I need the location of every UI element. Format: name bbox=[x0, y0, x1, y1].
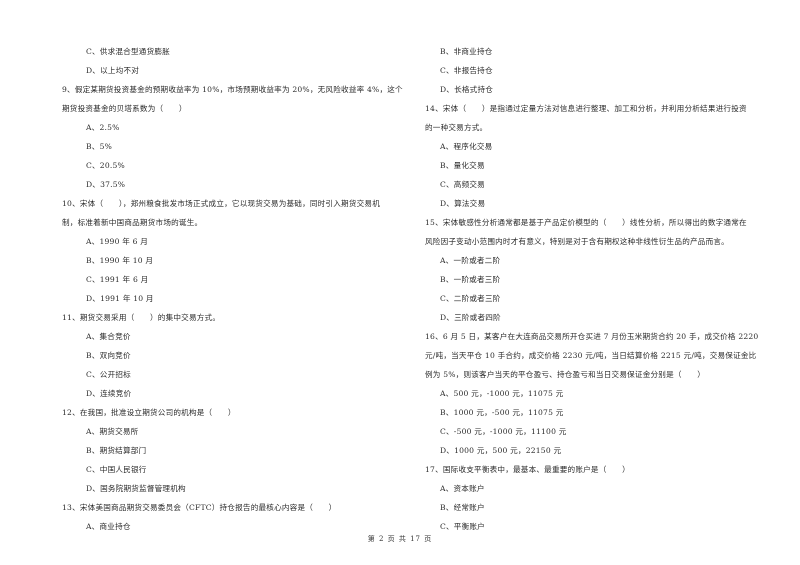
question-text: 15、宋体敏感性分析通常都是基于产品定价模型的（ ）线性分析，所以得出的数字通常… bbox=[425, 218, 747, 227]
answer-option: D、国务院期货监督管理机构 bbox=[86, 484, 186, 493]
answer-option: C、二阶或者三阶 bbox=[440, 294, 501, 303]
question-text: 13、宋体美国商品期货交易委员会（CFTC）持仓报告的最核心内容是（ ） bbox=[62, 503, 337, 512]
answer-option: A、程序化交易 bbox=[440, 142, 493, 151]
answer-option: B、1000 元，-500 元，11075 元 bbox=[440, 408, 564, 417]
page-footer: 第 2 页 共 17 页 bbox=[367, 535, 433, 543]
question-text: 14、宋体（ ）是指通过定量方法对信息进行整理、加工和分析，并利用分析结果进行投… bbox=[425, 104, 747, 113]
answer-option: B、5% bbox=[86, 142, 113, 151]
answer-option: D、1000 元，500 元，22150 元 bbox=[440, 446, 562, 455]
answer-option: B、非商业持仓 bbox=[440, 47, 493, 56]
right-column: B、非商业持仓 C、非报告持仓 D、长格式持仓 14、宋体（ ）是指通过定量方法对信息… bbox=[425, 42, 777, 536]
answer-option: C、中国人民银行 bbox=[86, 465, 147, 474]
answer-option: C、高频交易 bbox=[440, 180, 485, 189]
answer-option: D、算法交易 bbox=[440, 199, 486, 208]
question-text: 的一种交易方式。 bbox=[425, 123, 488, 132]
question-text: 10、宋体（ ），郑州粮食批发市场正式成立，它以现货交易为基础，同时引入期货交易… bbox=[62, 199, 381, 208]
answer-option: C、供求混合型通货膨胀 bbox=[86, 47, 170, 56]
question-text: 期货投资基金的贝塔系数为（ ） bbox=[62, 104, 187, 113]
question-text: 17、国际收支平衡表中，最基本、最重要的账户是（ ） bbox=[425, 465, 630, 474]
question-text: 元/吨，当天平仓 10 手合约，成交价格 2230 元/吨，当日结算价格 221… bbox=[425, 351, 757, 360]
answer-option: A、500 元，-1000 元，11075 元 bbox=[440, 389, 564, 398]
answer-option: C、1991 年 6 月 bbox=[86, 275, 149, 284]
question-text: 例为 5%，则该客户当天的平仓盈亏、持仓盈亏和当日交易保证金分别是（ ） bbox=[425, 370, 706, 379]
answer-option: A、2.5% bbox=[86, 123, 120, 132]
answer-option: D、三阶或者四阶 bbox=[440, 313, 501, 322]
answer-option: D、连续竞价 bbox=[86, 389, 132, 398]
answer-option: A、期货交易所 bbox=[86, 427, 139, 436]
answer-option: A、集合竞价 bbox=[86, 332, 131, 341]
left-column: C、供求混合型通货膨胀 D、以上均不对 9、假定某期货投资基金的预期收益率为 10%… bbox=[62, 42, 410, 536]
answer-option: D、1991 年 10 月 bbox=[86, 294, 154, 303]
answer-option: D、以上均不对 bbox=[86, 66, 140, 75]
question-text: 制，标准着新中国商品期货市场的诞生。 bbox=[62, 218, 203, 227]
answer-option: D、长格式持仓 bbox=[440, 85, 494, 94]
question-text: 9、假定某期货投资基金的预期收益率为 10%，市场预期收益率为 20%，无风险收… bbox=[62, 85, 403, 94]
answer-option: B、量化交易 bbox=[440, 161, 485, 170]
answer-option: D、37.5% bbox=[86, 180, 126, 189]
question-text: 11、期货交易采用（ ）的集中交易方式。 bbox=[62, 313, 221, 322]
answer-option: A、1990 年 6 月 bbox=[86, 237, 149, 246]
answer-option: B、期货结算部门 bbox=[86, 446, 147, 455]
answer-option: C、公开招标 bbox=[86, 370, 131, 379]
answer-option: B、双向竞价 bbox=[86, 351, 131, 360]
answer-option: B、1990 年 10 月 bbox=[86, 256, 154, 265]
answer-option: C、非报告持仓 bbox=[440, 66, 493, 75]
answer-option: C、20.5% bbox=[86, 161, 125, 170]
answer-option: B、经常账户 bbox=[440, 503, 485, 512]
question-text: 16、6 月 5 日，某客户在大连商品交易所开仓买进 7 月份玉米期货合约 20… bbox=[425, 332, 759, 341]
answer-option: B、一阶或者三阶 bbox=[440, 275, 501, 284]
answer-option: A、资本账户 bbox=[440, 484, 485, 493]
answer-option: C、-500 元，-1000 元，11100 元 bbox=[440, 427, 567, 436]
question-text: 12、在我国，批准设立期货公司的机构是（ ） bbox=[62, 408, 236, 417]
question-text: 风险因子变动小范围内时才有意义，特别是对于含有期权这种非线性衍生品的产品而言。 bbox=[425, 237, 729, 246]
answer-option: A、一阶或者二阶 bbox=[440, 256, 501, 265]
